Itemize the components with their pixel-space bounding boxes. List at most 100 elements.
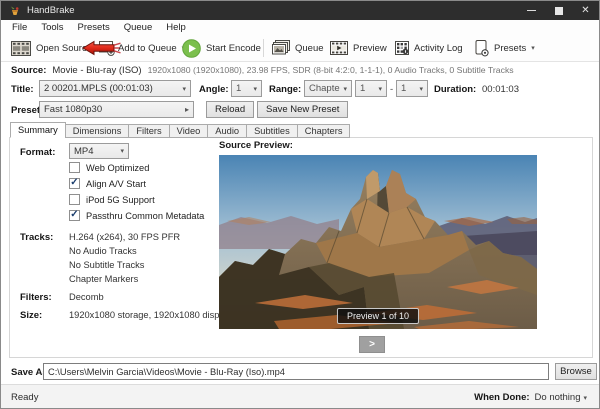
activity-log-icon [395, 41, 409, 55]
filters-value: Decomb [69, 292, 104, 302]
maximize-button[interactable] [545, 1, 572, 20]
chevron-down-icon: ▾ [343, 85, 347, 93]
check-icon: ✓ [70, 178, 78, 188]
save-as-input[interactable] [43, 363, 549, 380]
range-to-select[interactable]: 1 ▾ [396, 80, 428, 97]
filters-label: Filters: [20, 292, 52, 303]
title-select[interactable]: 2 00201.MPLS (00:01:03) ▾ [39, 80, 191, 97]
passthru-checkbox[interactable]: ✓ [69, 210, 80, 221]
title-label: Title: [11, 84, 34, 95]
tab-video[interactable]: Video [169, 124, 209, 138]
when-done-label: When Done: [474, 392, 529, 403]
size-label: Size: [20, 310, 42, 321]
tracks-video: H.264 (x264), 30 FPS PFR [69, 232, 180, 242]
preview-counter-badge: Preview 1 of 10 [337, 308, 419, 324]
status-text: Ready [11, 392, 38, 403]
duration-label: Duration: [434, 84, 476, 95]
range-type-select[interactable]: Chapters ▾ [304, 80, 352, 97]
save-new-preset-button[interactable]: Save New Preset [257, 101, 348, 118]
tracks-chapters: Chapter Markers [69, 274, 138, 284]
when-done-select[interactable]: Do nothing ▾ [535, 392, 587, 403]
duration-value: 00:01:03 [482, 84, 519, 95]
chevron-down-icon: ▾ [182, 85, 186, 93]
chevron-down-icon: ▾ [253, 85, 257, 93]
source-details: 1920x1080 (1920x1080), 23.98 FPS, SDR (8… [148, 65, 514, 75]
web-optimized-checkbox[interactable]: ✓ [69, 162, 80, 173]
queue-label: Queue [295, 43, 324, 54]
web-optimized-row: ✓ Web Optimized [69, 162, 149, 173]
presets-button[interactable]: Presets ▾ [475, 35, 535, 61]
presets-page-icon [475, 40, 489, 57]
maximize-icon [555, 7, 563, 15]
format-select[interactable]: MP4 ▾ [69, 143, 129, 159]
reload-button[interactable]: Reload [206, 101, 254, 118]
minimize-button[interactable] [518, 1, 545, 20]
activity-log-button[interactable]: Activity Log [395, 35, 463, 61]
passthru-row: ✓ Passthru Common Metadata [69, 210, 204, 221]
source-preview-label: Source Preview: [219, 140, 293, 151]
close-button[interactable]: ✕ [572, 1, 599, 20]
source-label: Source: [11, 65, 46, 76]
menu-queue[interactable]: Queue [117, 22, 160, 33]
browse-button[interactable]: Browse [555, 363, 597, 380]
range-from-select[interactable]: 1 ▾ [355, 80, 387, 97]
queue-button[interactable]: Queue [272, 35, 324, 61]
next-preview-button[interactable]: > [359, 336, 385, 353]
ipod-label: iPod 5G Support [86, 195, 155, 205]
chevron-down-icon: ▾ [120, 147, 124, 155]
align-av-checkbox[interactable]: ✓ [69, 178, 80, 189]
ipod-checkbox[interactable]: ✓ [69, 194, 80, 205]
close-icon: ✕ [581, 6, 589, 16]
angle-select[interactable]: 1 ▾ [231, 80, 262, 97]
minimize-icon [527, 10, 536, 11]
queue-stack-icon [272, 40, 290, 56]
film-strip-icon [11, 41, 31, 56]
activity-log-label: Activity Log [414, 43, 463, 54]
menubar: File Tools Presets Queue Help [1, 20, 599, 35]
preview-film-icon [330, 41, 348, 55]
presets-caret-icon: ▾ [531, 44, 535, 52]
tracks-label: Tracks: [20, 232, 53, 243]
preset-select[interactable]: Fast 1080p30 ▸ [39, 101, 194, 118]
ipod-row: ✓ iPod 5G Support [69, 194, 155, 205]
chevron-down-icon: ▾ [583, 394, 587, 402]
menu-presets[interactable]: Presets [71, 22, 117, 33]
preview-button[interactable]: Preview [330, 35, 387, 61]
window-title: HandBrake [27, 5, 75, 16]
play-icon [182, 39, 201, 58]
add-to-queue-label: Add to Queue [118, 43, 177, 54]
tab-subtitles[interactable]: Subtitles [246, 124, 298, 138]
handbrake-window: HandBrake ✕ File Tools Presets Queue Hel… [0, 0, 600, 409]
open-source-button[interactable]: Open Source [11, 35, 92, 61]
passthru-label: Passthru Common Metadata [86, 211, 204, 221]
toolbar: Open Source Add to Queue ▾ [1, 35, 599, 62]
statusbar: Ready When Done: Do nothing ▾ [1, 384, 599, 409]
annotation-arrow-icon [82, 39, 122, 57]
range-label: Range: [269, 84, 301, 95]
menu-help[interactable]: Help [159, 22, 193, 33]
menu-file[interactable]: File [5, 22, 34, 33]
tracks-audio: No Audio Tracks [69, 246, 137, 256]
tab-filters[interactable]: Filters [128, 124, 169, 138]
start-encode-button[interactable]: Start Encode [182, 35, 261, 61]
tabstrip: Summary Dimensions Filters Video Audio S… [11, 122, 350, 138]
start-encode-label: Start Encode [206, 43, 261, 54]
source-info-row: Source: Movie - Blu-ray (ISO) 1920x1080 … [11, 65, 514, 76]
handbrake-logo-icon [9, 5, 21, 17]
align-av-row: ✓ Align A/V Start [69, 178, 146, 189]
presets-label: Presets [494, 43, 526, 54]
tab-audio[interactable]: Audio [207, 124, 247, 138]
source-name: Movie - Blu-ray (ISO) [52, 65, 141, 76]
source-preview-image: Preview 1 of 10 [219, 155, 537, 329]
tab-summary[interactable]: Summary [10, 122, 66, 138]
align-av-label: Align A/V Start [86, 179, 146, 189]
mountain-preview-image [219, 155, 537, 329]
add-to-queue-button[interactable]: Add to Queue ▾ [118, 35, 185, 61]
chevron-down-icon: ▾ [419, 85, 423, 93]
tab-dimensions[interactable]: Dimensions [65, 124, 130, 138]
menu-tools[interactable]: Tools [34, 22, 70, 33]
chevron-down-icon: ▾ [378, 85, 382, 93]
tab-chapters[interactable]: Chapters [297, 124, 351, 138]
web-optimized-label: Web Optimized [86, 163, 149, 173]
angle-label: Angle: [199, 84, 229, 95]
